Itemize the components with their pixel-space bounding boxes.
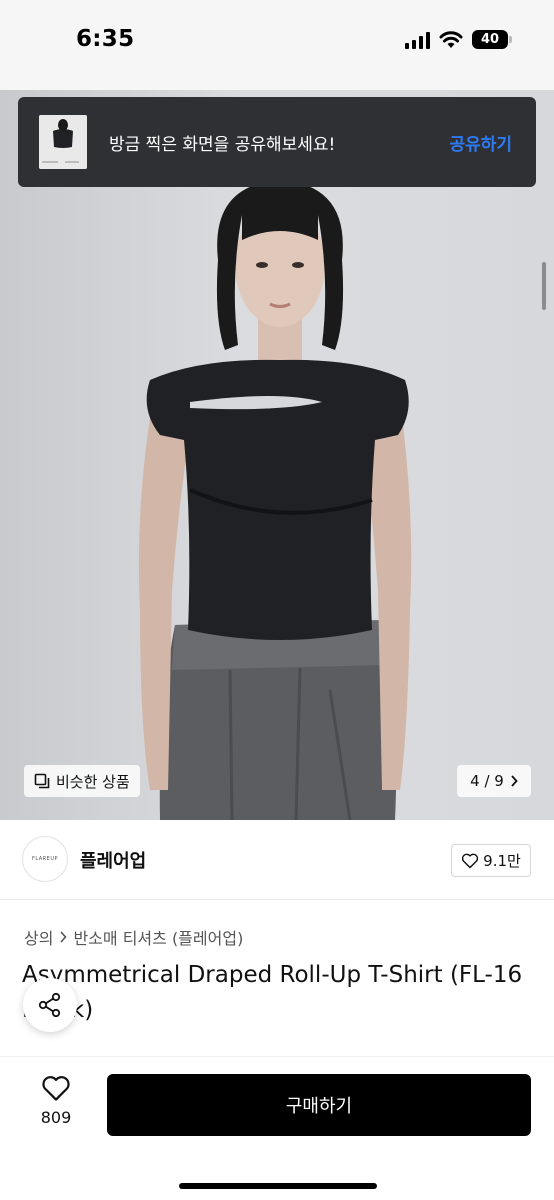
shop-name[interactable]: 플레어업 (80, 847, 146, 873)
battery-icon: 40 (472, 30, 512, 49)
status-time: 6:35 (76, 26, 135, 52)
screenshot-share-toast: 방금 찍은 화면을 공유해보세요! 공유하기 (18, 97, 536, 187)
product-title: Asymmetrical Draped Roll-Up T-Shirt (FL-… (22, 962, 523, 1023)
bottom-action-bar: 809 구매하기 (0, 1056, 554, 1200)
share-now-button[interactable]: 공유하기 (449, 130, 512, 155)
screenshot-thumbnail[interactable] (39, 115, 87, 169)
status-bar: 6:35 40 (0, 0, 554, 90)
wishlist-button[interactable]: 809 (30, 1075, 82, 1127)
breadcrumb: 상의 반소매 티셔츠 (플레어업) (24, 925, 243, 949)
breadcrumb-subcategory[interactable]: 반소매 티셔츠 (플레어업) (73, 925, 243, 949)
status-icons: 40 (405, 30, 512, 49)
shop-row[interactable]: FLAREUP 플레어업 9.1만 (0, 820, 554, 900)
cellular-signal-icon (405, 31, 430, 49)
shop-logo[interactable]: FLAREUP (22, 836, 68, 882)
breadcrumb-category[interactable]: 상의 (24, 925, 53, 949)
toast-message: 방금 찍은 화면을 공유해보세요! (109, 134, 336, 155)
wishlist-count: 809 (40, 1108, 72, 1127)
heart-icon (42, 1076, 70, 1101)
model-photo (138, 180, 412, 820)
scroll-indicator[interactable] (542, 262, 546, 310)
chevron-right-icon (60, 931, 68, 943)
heart-icon (462, 853, 479, 868)
shop-like-count: 9.1만 (483, 852, 521, 870)
chevron-right-icon (511, 775, 518, 787)
similar-products-label: 비슷한 상품 (56, 772, 130, 791)
copy-icon (34, 773, 50, 789)
wifi-icon (439, 30, 463, 48)
share-icon (38, 992, 61, 1018)
home-indicator[interactable] (179, 1183, 377, 1189)
page-indicator-text: 4 / 9 (470, 772, 504, 790)
similar-products-button[interactable]: 비슷한 상품 (24, 765, 140, 797)
shop-like-button[interactable]: 9.1만 (451, 844, 531, 877)
share-button[interactable] (23, 978, 77, 1032)
buy-button[interactable]: 구매하기 (107, 1074, 531, 1136)
product-image[interactable] (0, 90, 554, 820)
image-page-indicator[interactable]: 4 / 9 (457, 765, 531, 797)
